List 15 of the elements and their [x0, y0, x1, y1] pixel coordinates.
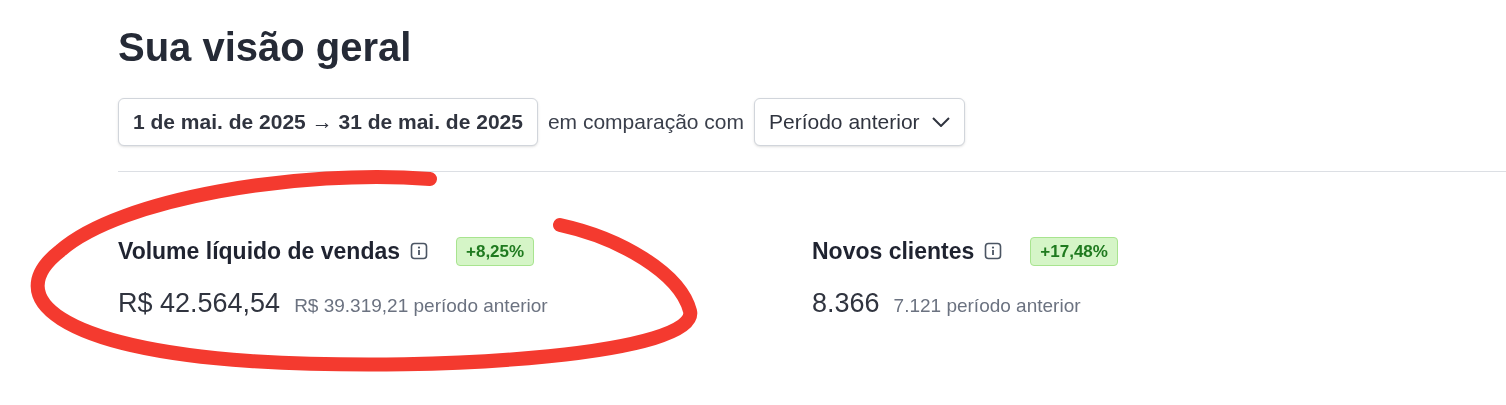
previous-value: 7.121 período anterior [893, 293, 1081, 318]
comparison-select[interactable]: Período anterior [754, 98, 965, 146]
date-range-button[interactable]: 1 de mai. de 2025 → 31 de mai. de 2025 [118, 98, 538, 146]
page-title: Sua visão geral [118, 24, 413, 71]
comparison-label: em comparação com [547, 109, 744, 136]
info-icon[interactable] [984, 242, 1003, 261]
metric-value: R$ 42.564,54 [118, 286, 281, 320]
info-icon[interactable] [410, 242, 428, 261]
metric-value: 8.366 [812, 286, 880, 320]
metric-label: Volume líquido de vendas [118, 237, 400, 266]
previous-value: R$ 39.319,21 período anterior [294, 293, 548, 318]
metric-label: Novos clientes [812, 237, 975, 266]
chevron-down-icon [931, 117, 950, 127]
change-badge: +17,48% [1030, 236, 1118, 266]
change-badge: +8,25% [456, 236, 535, 266]
